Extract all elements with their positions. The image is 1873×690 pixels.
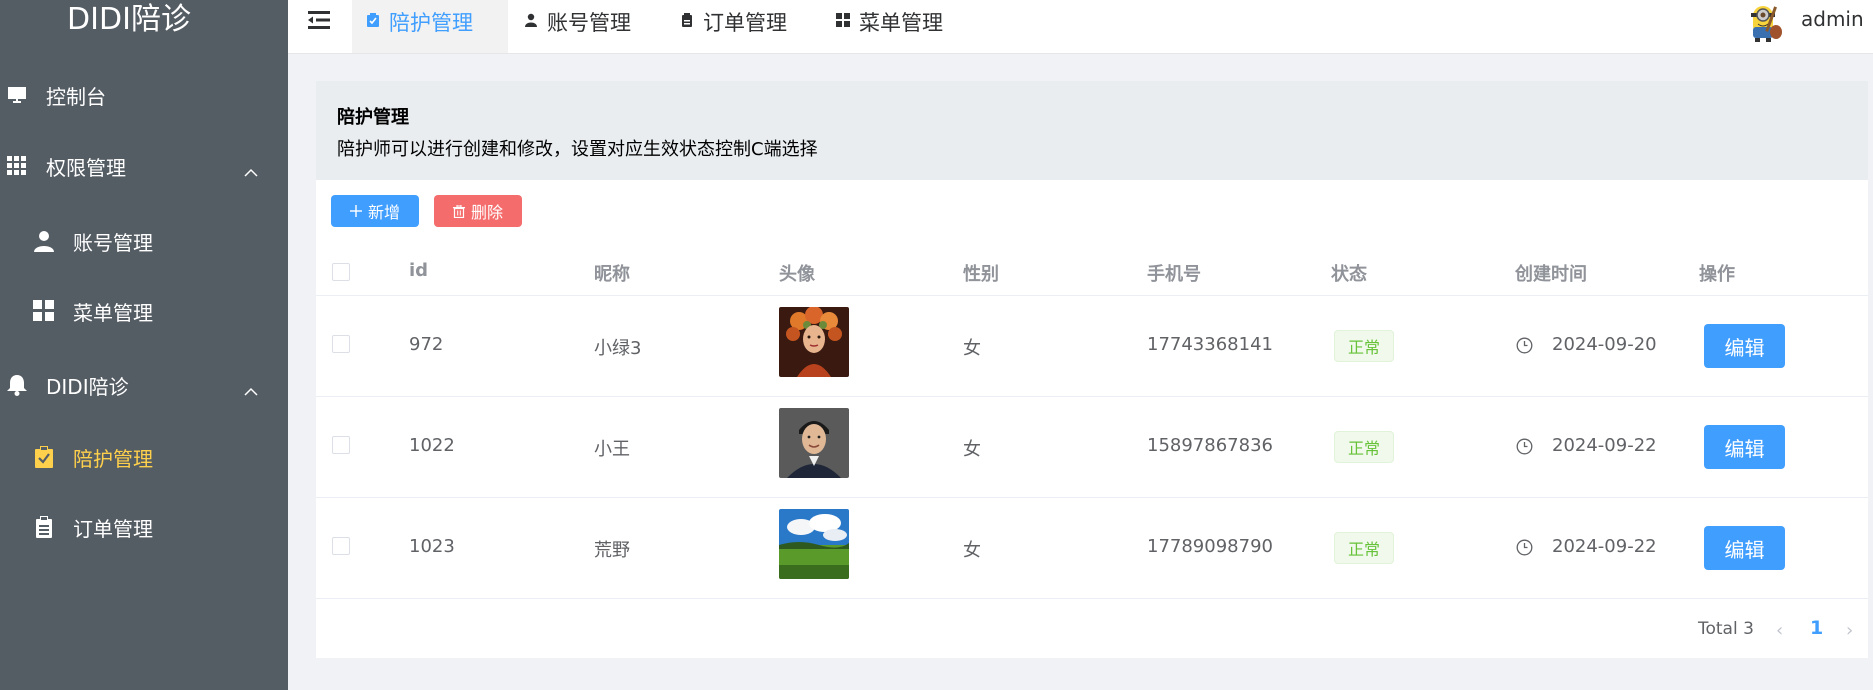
sidebar-item-permissions[interactable]: 权限管理 <box>0 135 288 197</box>
tab-label: 账号管理 <box>547 11 631 35</box>
cell-nickname: 荒野 <box>594 540 630 561</box>
sidebar-item-label: 陪护管理 <box>73 446 153 471</box>
cell-id: 972 <box>409 334 444 355</box>
sidebar-item-label: 菜单管理 <box>73 300 153 325</box>
sidebar-item-console[interactable]: 控制台 <box>0 64 288 126</box>
sidebar-item-menus[interactable]: 菜单管理 <box>0 280 288 342</box>
clock-icon <box>1516 438 1533 455</box>
row-checkbox[interactable] <box>332 335 350 353</box>
column-header-avatar: 头像 <box>779 264 815 285</box>
cell-phone: 17743368141 <box>1147 334 1273 355</box>
clock-icon <box>1516 539 1533 556</box>
select-all-checkbox[interactable] <box>332 263 350 281</box>
page-header: 陪护管理 陪护师可以进行创建和修改，设置对应生效状态控制C端选择 <box>316 81 1868 180</box>
status-badge: 正常 <box>1334 431 1394 463</box>
clipboard-check-icon <box>33 446 55 468</box>
username[interactable]: admin <box>1801 7 1864 31</box>
sidebar-item-label: 控制台 <box>46 84 106 109</box>
row-checkbox[interactable] <box>332 436 350 454</box>
tab-orders[interactable]: 订单管理 <box>680 0 787 53</box>
tab-escort[interactable]: 陪护管理 <box>352 0 508 53</box>
trash-icon <box>452 204 465 218</box>
pagination-total: Total 3 <box>1698 619 1754 639</box>
column-header-created: 创建时间 <box>1515 264 1587 285</box>
cell-nickname: 小绿3 <box>594 338 642 359</box>
status-badge: 正常 <box>1334 532 1394 564</box>
table-header: id 昵称 头像 性别 手机号 状态 创建时间 操作 <box>316 246 1868 296</box>
status-badge: 正常 <box>1334 330 1394 362</box>
add-button[interactable]: 新增 <box>331 195 419 227</box>
sidebar-item-label: DIDI陪诊 <box>46 374 129 399</box>
page-title: 陪护管理 <box>337 107 409 128</box>
clipboard-check-icon <box>366 13 380 27</box>
tab-label: 菜单管理 <box>859 11 943 35</box>
tab-accounts[interactable]: 账号管理 <box>524 0 631 53</box>
tab-label: 陪护管理 <box>389 11 473 35</box>
page-description: 陪护师可以进行创建和修改，设置对应生效状态控制C端选择 <box>337 139 818 160</box>
delete-button[interactable]: 删除 <box>434 195 522 227</box>
row-checkbox[interactable] <box>332 537 350 555</box>
tab-label: 订单管理 <box>703 11 787 35</box>
avatar-thumbnail[interactable] <box>779 408 849 478</box>
sidebar-item-accounts[interactable]: 账号管理 <box>0 210 288 272</box>
sidebar: DIDI陪诊 控制台 权限管理 账号管理 菜单管理 DIDI陪诊 陪护管理 订单… <box>0 0 288 690</box>
monitor-icon <box>6 84 28 106</box>
bell-icon <box>6 374 28 396</box>
sidebar-item-orders[interactable]: 订单管理 <box>0 496 288 558</box>
chevron-up-icon <box>244 378 258 402</box>
grid-icon <box>6 155 28 177</box>
menu-icon <box>33 300 55 322</box>
plus-icon <box>349 205 362 217</box>
cell-id: 1022 <box>409 435 455 456</box>
add-button-label: 新增 <box>367 203 400 222</box>
top-header: 陪护管理 账号管理 订单管理 菜单管理 admin <box>288 0 1873 54</box>
menu-icon <box>836 13 850 27</box>
cell-created: 2024-09-22 <box>1552 435 1657 456</box>
menu-collapse-icon[interactable] <box>308 9 330 31</box>
column-header-gender: 性别 <box>963 264 999 285</box>
chevron-left-icon[interactable]: ‹ <box>1776 620 1783 641</box>
sidebar-item-label: 订单管理 <box>73 516 153 541</box>
sidebar-item-label: 账号管理 <box>73 230 153 255</box>
table-row: 972 小绿3 女 17743368141 正常 2024-09-20 编辑 <box>316 296 1868 397</box>
edit-button[interactable]: 编辑 <box>1704 526 1785 570</box>
user-icon <box>524 13 538 27</box>
cell-id: 1023 <box>409 536 455 557</box>
cell-gender: 女 <box>963 439 981 460</box>
delete-button-label: 删除 <box>470 203 503 222</box>
avatar-thumbnail[interactable] <box>779 509 849 579</box>
cell-phone: 17789098790 <box>1147 536 1273 557</box>
column-header-status: 状态 <box>1331 264 1367 285</box>
brand-title: DIDI陪诊 <box>67 2 191 37</box>
avatar-thumbnail[interactable] <box>779 307 849 377</box>
cell-gender: 女 <box>963 338 981 359</box>
pagination-page[interactable]: 1 <box>1810 617 1823 639</box>
cell-created: 2024-09-20 <box>1552 334 1657 355</box>
user-avatar[interactable] <box>1740 0 1786 42</box>
cell-created: 2024-09-22 <box>1552 536 1657 557</box>
edit-button[interactable]: 编辑 <box>1704 425 1785 469</box>
chevron-up-icon <box>244 159 258 183</box>
cell-nickname: 小王 <box>594 439 630 460</box>
column-header-phone: 手机号 <box>1147 264 1201 285</box>
column-header-actions: 操作 <box>1699 264 1735 285</box>
column-header-nickname: 昵称 <box>594 264 630 285</box>
table-card: 新增 删除 id 昵称 头像 性别 手机号 状态 创建时间 操作 972 小绿3 <box>316 180 1868 658</box>
table-row: 1023 荒野 女 17789098790 正常 2024-09-22 编辑 <box>316 498 1868 599</box>
clipboard-icon <box>33 516 55 538</box>
clipboard-icon <box>680 13 694 27</box>
tab-menus[interactable]: 菜单管理 <box>836 0 943 53</box>
clock-icon <box>1516 337 1533 354</box>
cell-phone: 15897867836 <box>1147 435 1273 456</box>
sidebar-item-label: 权限管理 <box>46 155 126 180</box>
cell-gender: 女 <box>963 540 981 561</box>
chevron-right-icon[interactable]: › <box>1846 620 1853 641</box>
sidebar-item-escort[interactable]: 陪护管理 <box>0 426 288 488</box>
sidebar-item-didi[interactable]: DIDI陪诊 <box>0 354 288 416</box>
edit-button[interactable]: 编辑 <box>1704 324 1785 368</box>
column-header-id: id <box>409 260 429 281</box>
table-row: 1022 小王 女 15897867836 正常 2024-09-22 编辑 <box>316 397 1868 498</box>
user-icon <box>33 230 55 252</box>
